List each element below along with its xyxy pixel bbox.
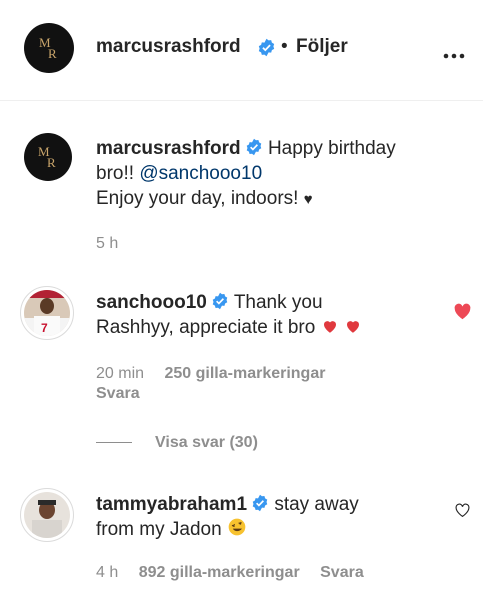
post-header: M R marcusrashford • Följer bbox=[0, 0, 483, 100]
author-avatar[interactable]: M R bbox=[24, 23, 74, 73]
mr-logo-icon: M R bbox=[38, 144, 56, 170]
comment-text-2: from my Jadon bbox=[96, 519, 222, 540]
header-dot: • bbox=[281, 36, 288, 57]
red-heart-emoji-icon bbox=[346, 321, 359, 333]
comment-avatar-tammyabraham1[interactable] bbox=[20, 488, 74, 542]
svg-text:R: R bbox=[47, 155, 56, 170]
like-button-outline-icon[interactable] bbox=[454, 502, 471, 518]
comment-text-1: stay away bbox=[274, 494, 359, 515]
comment-text-2: Rashhyy, appreciate it bro bbox=[96, 317, 316, 338]
verified-badge-icon bbox=[212, 292, 228, 310]
caption-avatar[interactable]: M R bbox=[24, 133, 72, 181]
comment-time[interactable]: 4 h bbox=[96, 564, 118, 581]
verified-badge-icon bbox=[252, 494, 268, 512]
comment-text-1: Thank you bbox=[233, 292, 323, 313]
rolling-laughing-emoji-icon bbox=[228, 518, 246, 536]
comment-body-2: tammyabraham1 stay away from my Jadon bbox=[96, 492, 436, 542]
comment-likes-count[interactable]: 892 gilla-markeringar bbox=[139, 564, 300, 581]
comment-meta-1: 20 min 250 gilla-markeringar bbox=[96, 365, 325, 383]
comment-avatar-sanchooo10[interactable]: 7 bbox=[20, 286, 74, 340]
red-heart-emoji-icon bbox=[323, 321, 336, 333]
caption-username[interactable]: marcusrashford bbox=[96, 138, 241, 159]
verified-badge-icon bbox=[258, 38, 275, 57]
view-replies-line bbox=[96, 442, 132, 443]
caption-text-1: Happy birthday bbox=[267, 138, 396, 159]
comment-username[interactable]: sanchooo10 bbox=[96, 292, 207, 313]
comment-meta-2: 4 h 892 gilla-markeringar Svara bbox=[96, 564, 364, 582]
caption-text-3: Enjoy your day, indoors! bbox=[96, 188, 299, 209]
header-divider bbox=[0, 100, 483, 101]
mr-logo-icon: M R bbox=[39, 35, 57, 61]
view-replies-button[interactable]: Visa svar (30) bbox=[155, 434, 258, 452]
author-username[interactable]: marcusrashford bbox=[96, 36, 241, 58]
svg-text:7: 7 bbox=[41, 321, 48, 335]
caption-time[interactable]: 5 h bbox=[96, 235, 118, 253]
follow-status-button[interactable]: Följer bbox=[296, 36, 348, 58]
avatar-photo: 7 bbox=[24, 290, 70, 336]
comment-time[interactable]: 20 min bbox=[96, 365, 144, 382]
verified-badge-icon bbox=[246, 138, 261, 156]
reply-button[interactable]: Svara bbox=[96, 385, 140, 403]
caption-text-2: bro!! bbox=[96, 163, 135, 184]
avatar-photo bbox=[24, 492, 70, 538]
caption-mention-link[interactable]: @sanchooo10 bbox=[139, 163, 262, 184]
like-button-filled-icon[interactable] bbox=[453, 303, 472, 320]
svg-text:R: R bbox=[48, 46, 57, 61]
comment-body-1: sanchooo10 Thank you Rashhyy, appreciate… bbox=[96, 290, 436, 340]
reply-button[interactable]: Svara bbox=[320, 564, 364, 581]
comment-username[interactable]: tammyabraham1 bbox=[96, 494, 247, 515]
black-heart-emoji: ♥ bbox=[303, 191, 313, 208]
more-options-icon[interactable] bbox=[443, 46, 465, 59]
caption-body: marcusrashford Happy birthday bro!! @san… bbox=[96, 136, 446, 212]
comment-likes-count[interactable]: 250 gilla-markeringar bbox=[164, 365, 325, 382]
